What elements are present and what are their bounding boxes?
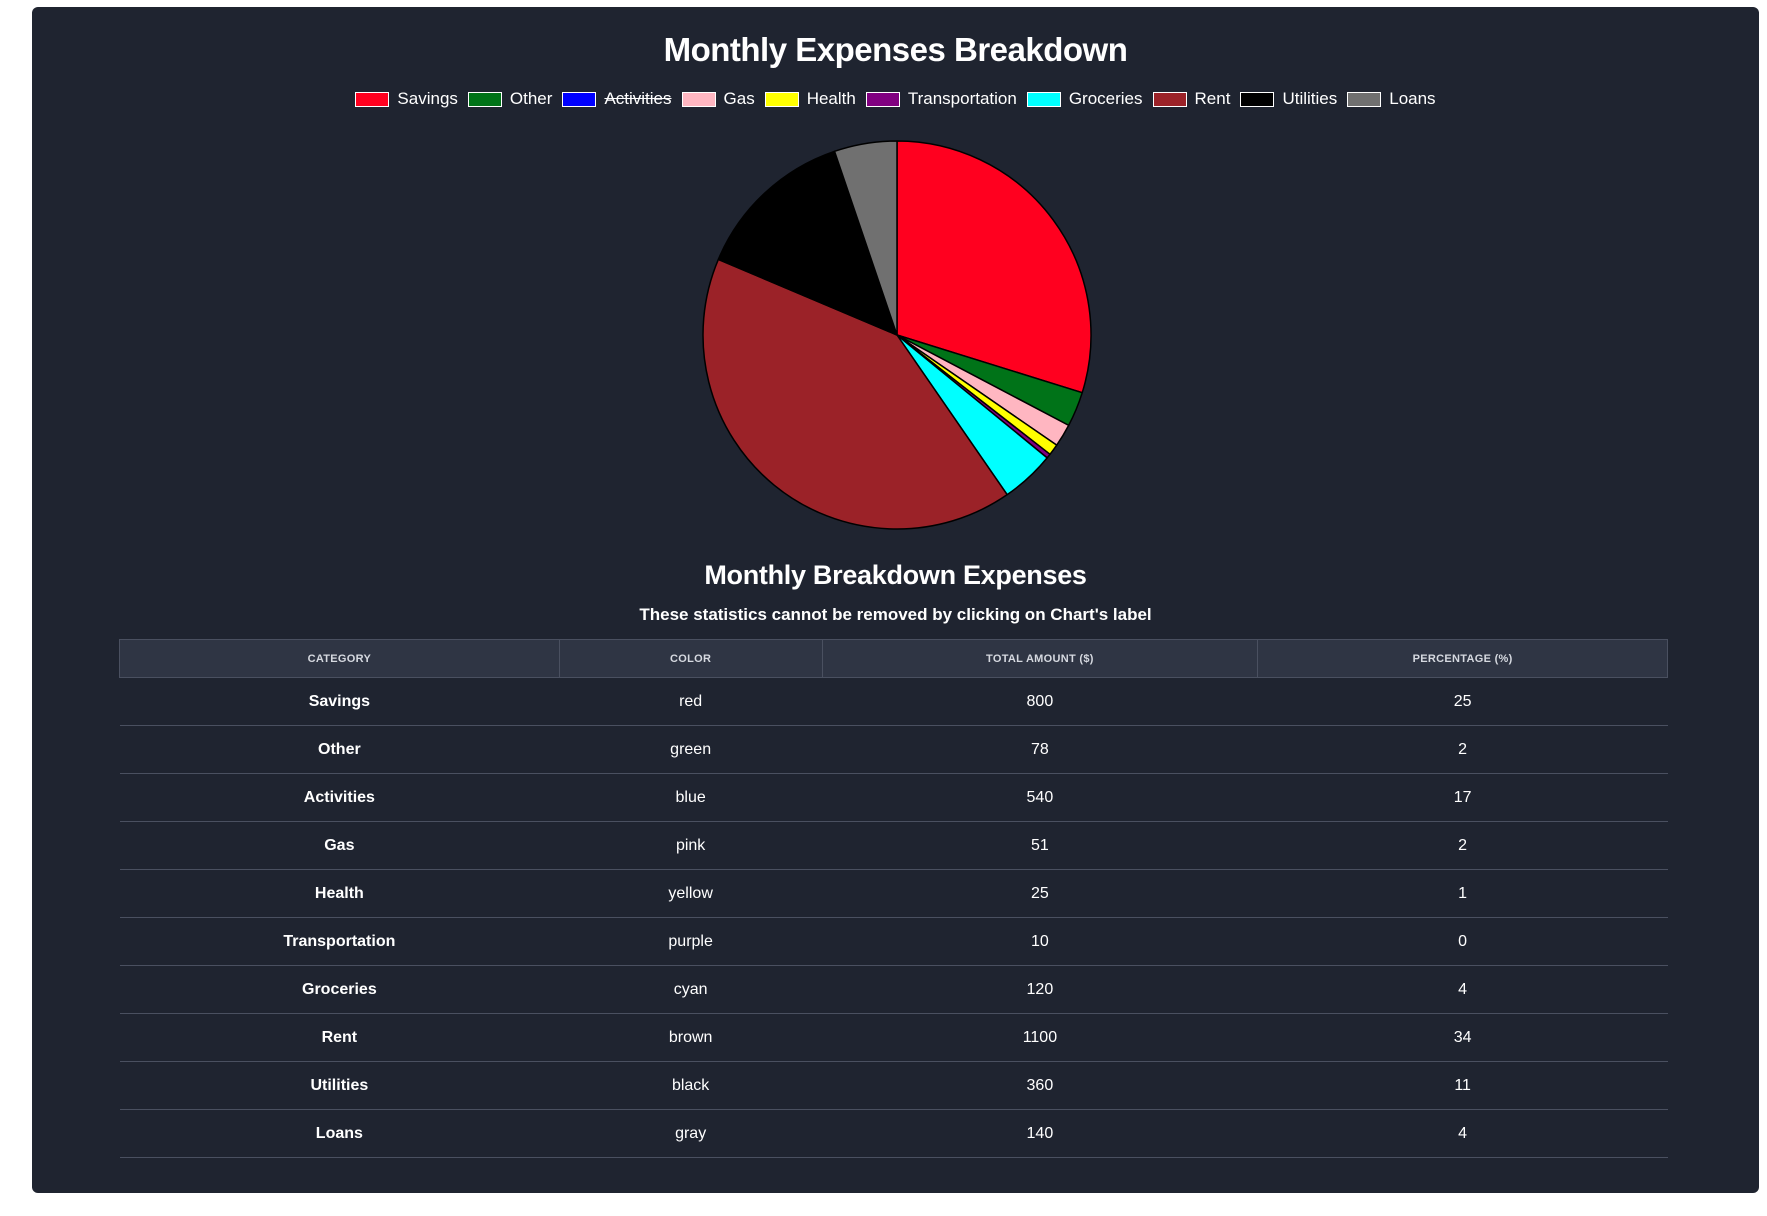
cell-total-amount: 800 bbox=[822, 677, 1258, 726]
legend-label: Gas bbox=[723, 89, 755, 108]
legend-swatch bbox=[1026, 91, 1061, 107]
table-row: Gas pink 51 2 bbox=[119, 821, 1668, 870]
legend-swatch bbox=[1240, 91, 1275, 107]
cell-percentage: 17 bbox=[1257, 773, 1668, 822]
expenses-table: CATEGORY COLOR TOTAL AMOUNT ($) PERCENTA… bbox=[119, 639, 1668, 1158]
cell-percentage: 34 bbox=[1257, 1013, 1668, 1062]
legend-swatch bbox=[355, 91, 390, 107]
cell-total-amount: 1100 bbox=[822, 1013, 1258, 1062]
cell-percentage: 25 bbox=[1257, 677, 1668, 726]
legend-swatch bbox=[562, 91, 597, 107]
legend-swatch bbox=[764, 91, 799, 107]
legend-swatch bbox=[681, 91, 716, 107]
table-row: Loans gray 140 4 bbox=[119, 1109, 1668, 1158]
legend-swatch bbox=[865, 91, 900, 107]
table-row: Transportation purple 10 0 bbox=[119, 917, 1668, 966]
header-color: COLOR bbox=[558, 639, 823, 678]
table-row: Other green 78 2 bbox=[119, 725, 1668, 774]
legend-swatch bbox=[467, 91, 502, 107]
cell-percentage: 4 bbox=[1257, 965, 1668, 1014]
chart-panel: Monthly Expenses Breakdown Savings Other A… bbox=[32, 7, 1759, 1193]
legend-label: Savings bbox=[397, 89, 458, 108]
legend-item-rent[interactable]: Rent bbox=[1152, 89, 1231, 109]
cell-percentage: 11 bbox=[1257, 1061, 1668, 1110]
cell-total-amount: 540 bbox=[822, 773, 1258, 822]
cell-percentage: 0 bbox=[1257, 917, 1668, 966]
cell-percentage: 1 bbox=[1257, 869, 1668, 918]
chart-title: Monthly Expenses Breakdown bbox=[663, 31, 1128, 68]
cell-category: Loans bbox=[119, 1109, 560, 1158]
legend-swatch bbox=[1152, 91, 1187, 107]
cell-total-amount: 360 bbox=[822, 1061, 1258, 1110]
chart-legend: Savings Other Activities Gas Health Transport… bbox=[32, 89, 1759, 109]
cell-percentage: 2 bbox=[1257, 725, 1668, 774]
legend-item-activities[interactable]: Activities bbox=[562, 89, 672, 109]
legend-item-health[interactable]: Health bbox=[764, 89, 856, 109]
cell-percentage: 2 bbox=[1257, 821, 1668, 870]
header-percentage: PERCENTAGE (%) bbox=[1257, 639, 1668, 678]
legend-label: Other bbox=[509, 89, 553, 108]
cell-category: Health bbox=[119, 869, 560, 918]
cell-total-amount: 120 bbox=[822, 965, 1258, 1014]
legend-item-groceries[interactable]: Groceries bbox=[1026, 89, 1143, 109]
cell-color: gray bbox=[559, 1109, 823, 1158]
cell-category: Savings bbox=[119, 677, 560, 726]
legend-item-savings[interactable]: Savings bbox=[355, 89, 458, 109]
legend-label: Loans bbox=[1389, 89, 1436, 108]
cell-color: black bbox=[559, 1061, 823, 1110]
cell-category: Activities bbox=[119, 773, 560, 822]
legend-item-loans[interactable]: Loans bbox=[1347, 89, 1436, 109]
table-row: Rent brown 1100 34 bbox=[119, 1013, 1668, 1062]
cell-category: Utilities bbox=[119, 1061, 560, 1110]
header-total-amount: TOTAL AMOUNT ($) bbox=[821, 639, 1259, 678]
cell-color: pink bbox=[559, 821, 823, 870]
cell-total-amount: 10 bbox=[822, 917, 1258, 966]
cell-category: Rent bbox=[119, 1013, 560, 1062]
legend-label: Health bbox=[806, 89, 856, 108]
table-row: Groceries cyan 120 4 bbox=[119, 965, 1668, 1014]
cell-percentage: 4 bbox=[1257, 1109, 1668, 1158]
cell-total-amount: 51 bbox=[822, 821, 1258, 870]
table-subtitle: These statistics cannot be removed by cl… bbox=[639, 605, 1152, 624]
table-row: Utilities black 360 11 bbox=[119, 1061, 1668, 1110]
legend-swatch bbox=[1347, 91, 1382, 107]
cell-color: red bbox=[559, 677, 823, 726]
cell-color: yellow bbox=[559, 869, 823, 918]
table-row: Activities blue 540 17 bbox=[119, 773, 1668, 822]
legend-label: Activities bbox=[604, 89, 672, 108]
legend-item-utilities[interactable]: Utilities bbox=[1240, 89, 1337, 109]
cell-color: purple bbox=[559, 917, 823, 966]
legend-label: Utilities bbox=[1282, 89, 1338, 108]
cell-category: Groceries bbox=[119, 965, 560, 1014]
table-row: Savings red 800 25 bbox=[119, 677, 1668, 726]
cell-total-amount: 78 bbox=[822, 725, 1258, 774]
legend-item-transportation[interactable]: Transportation bbox=[865, 89, 1017, 109]
cell-color: cyan bbox=[559, 965, 823, 1014]
cell-color: blue bbox=[559, 773, 823, 822]
legend-label: Rent bbox=[1194, 89, 1231, 108]
legend-item-other[interactable]: Other bbox=[467, 89, 553, 109]
cell-color: green bbox=[559, 725, 823, 774]
cell-category: Transportation bbox=[119, 917, 560, 966]
pie-chart bbox=[702, 140, 1092, 530]
cell-total-amount: 140 bbox=[822, 1109, 1258, 1158]
legend-item-gas[interactable]: Gas bbox=[681, 89, 755, 109]
cell-total-amount: 25 bbox=[822, 869, 1258, 918]
table-header-row: CATEGORY COLOR TOTAL AMOUNT ($) PERCENTA… bbox=[119, 639, 1668, 678]
legend-label: Transportation bbox=[907, 89, 1017, 108]
table-title: Monthly Breakdown Expenses bbox=[704, 560, 1087, 590]
cell-category: Other bbox=[119, 725, 560, 774]
cell-category: Gas bbox=[119, 821, 560, 870]
table-row: Health yellow 25 1 bbox=[119, 869, 1668, 918]
cell-color: brown bbox=[559, 1013, 823, 1062]
header-category: CATEGORY bbox=[119, 639, 560, 678]
legend-label: Groceries bbox=[1068, 89, 1143, 108]
